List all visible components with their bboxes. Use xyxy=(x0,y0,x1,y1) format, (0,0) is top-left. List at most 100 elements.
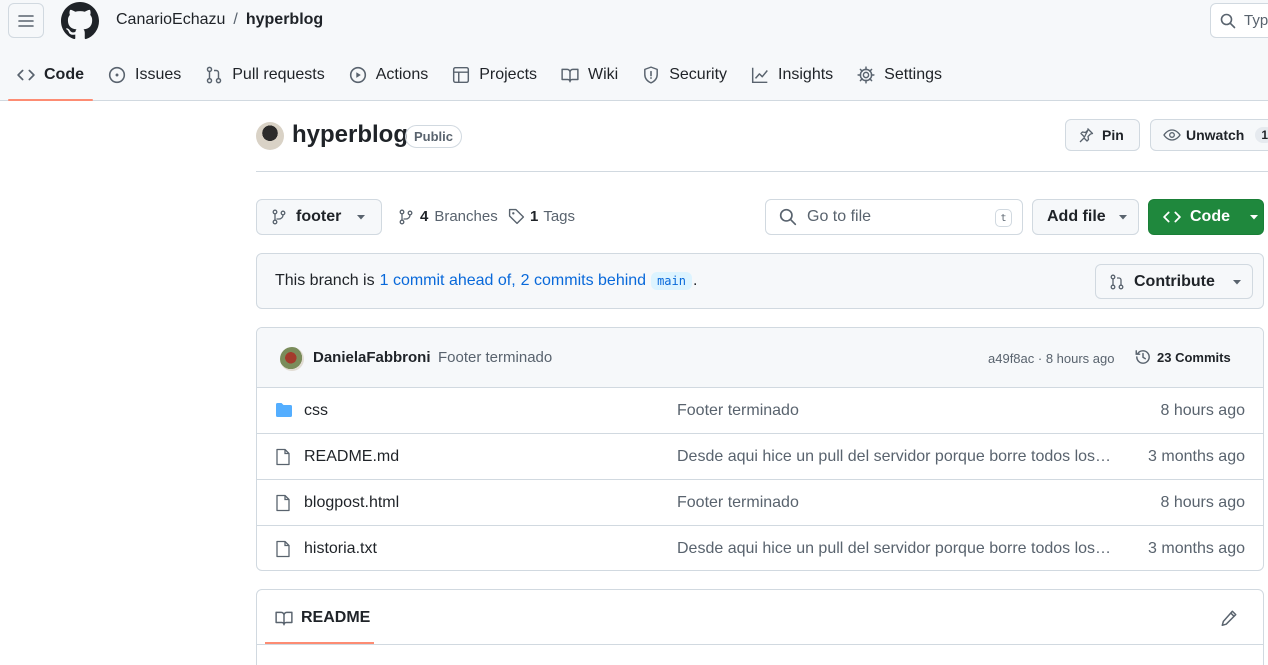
tab-code[interactable]: Code xyxy=(8,51,93,101)
tab-issues[interactable]: Issues xyxy=(99,51,190,99)
search-icon xyxy=(779,208,797,226)
tab-wiki[interactable]: Wiki xyxy=(552,51,627,99)
commits-history-link[interactable]: 23 Commits xyxy=(1134,348,1231,366)
base-branch-pill[interactable]: main xyxy=(651,272,692,290)
contribute-label: Contribute xyxy=(1134,272,1215,290)
file-name[interactable]: css xyxy=(304,402,328,420)
file-name[interactable]: historia.txt xyxy=(304,540,377,558)
commits-ahead-link[interactable]: 1 commit ahead of, xyxy=(380,272,516,290)
github-logo-icon[interactable] xyxy=(61,2,99,40)
file-name[interactable]: README.md xyxy=(304,448,399,466)
pencil-icon[interactable] xyxy=(1220,609,1238,627)
app-header: CanarioEchazu / hyperblog Type Code Issu… xyxy=(0,0,1268,101)
table-icon xyxy=(453,66,470,84)
tag-icon xyxy=(508,208,525,225)
add-file-label: Add file xyxy=(1047,208,1106,225)
unwatch-label: Unwatch xyxy=(1186,127,1245,143)
file-commit-message[interactable]: Desde aqui hice un pull del servidor por… xyxy=(677,448,1113,466)
branches-link[interactable]: 4 Branches xyxy=(398,208,498,225)
eye-icon xyxy=(1163,129,1181,141)
file-row[interactable]: historia.txt Desde aqui hice un pull del… xyxy=(257,526,1263,570)
pin-icon xyxy=(1079,128,1094,143)
readme-divider xyxy=(257,644,1263,645)
tab-settings[interactable]: Settings xyxy=(848,51,951,99)
file-row[interactable]: blogpost.html Footer terminado 8 hours a… xyxy=(257,480,1263,526)
branch-compare-banner: This branch is 1 commit ahead of, 2 comm… xyxy=(256,253,1264,309)
breadcrumb-owner[interactable]: CanarioEchazu xyxy=(116,11,225,29)
tab-pull-requests[interactable]: Pull requests xyxy=(196,51,334,99)
branch-compare-prefix: This branch is xyxy=(275,272,375,289)
branches-count: 4 xyxy=(420,208,429,225)
go-to-file-placeholder: Go to file xyxy=(807,208,872,225)
tab-pull-requests-label: Pull requests xyxy=(232,66,325,83)
tab-projects-label: Projects xyxy=(479,66,538,83)
branches-label: Branches xyxy=(434,208,498,225)
branch-compare-suffix: . xyxy=(692,272,698,289)
branch-icon xyxy=(272,209,286,225)
triangle-down-icon xyxy=(1232,279,1241,284)
gear-icon xyxy=(857,66,875,84)
global-search[interactable]: Type xyxy=(1210,3,1268,38)
branch-compare-text: This branch is 1 commit ahead of, 2 comm… xyxy=(275,272,697,290)
pin-label: Pin xyxy=(1102,127,1124,143)
owner-avatar[interactable] xyxy=(256,122,284,150)
file-row[interactable]: css Footer terminado 8 hours ago xyxy=(257,388,1263,434)
tags-label: Tags xyxy=(543,208,576,225)
readme-panel: README xyxy=(256,589,1264,665)
file-row[interactable]: README.md Desde aqui hice un pull del se… xyxy=(257,434,1263,480)
tab-security[interactable]: Security xyxy=(633,51,736,99)
breadcrumb-repo[interactable]: hyperblog xyxy=(246,11,323,29)
shield-icon xyxy=(644,66,659,84)
issue-icon xyxy=(108,66,126,84)
watch-counter: 1 xyxy=(1255,127,1268,143)
tab-projects[interactable]: Projects xyxy=(443,51,546,99)
folder-icon xyxy=(276,403,292,417)
commits-behind-link[interactable]: 2 commits behind xyxy=(521,272,646,290)
tab-actions[interactable]: Actions xyxy=(340,51,437,99)
visibility-badge: Public xyxy=(405,125,463,148)
file-icon xyxy=(276,448,290,466)
file-date: 3 months ago xyxy=(1148,540,1245,557)
pull-request-icon xyxy=(1110,274,1124,289)
tab-insights[interactable]: Insights xyxy=(742,51,842,99)
triangle-down-icon xyxy=(1118,215,1127,220)
file-commit-message[interactable]: Footer terminado xyxy=(677,402,1113,420)
menu-button[interactable] xyxy=(8,3,44,38)
latest-commit-header: DanielaFabbroni Footer terminado a49f8ac… xyxy=(257,328,1263,388)
tab-wiki-label: Wiki xyxy=(588,66,619,83)
pin-button[interactable]: Pin xyxy=(1065,119,1140,151)
tab-settings-label: Settings xyxy=(884,66,942,83)
code-button[interactable]: Code xyxy=(1148,199,1264,235)
file-name[interactable]: blogpost.html xyxy=(304,494,399,512)
file-date: 8 hours ago xyxy=(1160,402,1245,419)
commit-message[interactable]: Footer terminado xyxy=(438,349,552,366)
add-file-button[interactable]: Add file xyxy=(1032,199,1139,235)
tags-link[interactable]: 1 Tags xyxy=(508,208,575,225)
branch-name: footer xyxy=(296,208,342,225)
tab-actions-label: Actions xyxy=(375,66,429,83)
unwatch-button[interactable]: Unwatch 1 xyxy=(1150,119,1268,151)
branch-selector[interactable]: footer xyxy=(256,199,382,235)
code-icon xyxy=(17,69,35,81)
repo-title[interactable]: hyperblog xyxy=(292,121,408,149)
tab-issues-label: Issues xyxy=(135,66,182,83)
search-icon xyxy=(1220,13,1236,28)
commit-meta[interactable]: a49f8ac · 8 hours ago xyxy=(988,351,1114,366)
branch-icon xyxy=(399,209,413,224)
commit-author[interactable]: DanielaFabbroni xyxy=(313,349,431,366)
pull-request-icon xyxy=(206,66,222,84)
file-browser: DanielaFabbroni Footer terminado a49f8ac… xyxy=(256,327,1264,571)
file-commit-message[interactable]: Footer terminado xyxy=(677,494,1113,512)
commit-author-avatar[interactable] xyxy=(280,347,304,371)
breadcrumb: CanarioEchazu / hyperblog xyxy=(116,11,323,29)
file-commit-message[interactable]: Desde aqui hice un pull del servidor por… xyxy=(677,540,1113,558)
readme-tab[interactable]: README xyxy=(275,609,370,627)
tab-insights-label: Insights xyxy=(778,66,834,83)
go-to-file-input[interactable]: Go to file t xyxy=(765,199,1023,235)
history-icon xyxy=(1135,350,1150,364)
contribute-button[interactable]: Contribute xyxy=(1095,264,1253,299)
commits-count-label: 23 Commits xyxy=(1157,349,1231,365)
search-placeholder: Type xyxy=(1244,12,1268,29)
graph-icon xyxy=(751,67,768,84)
file-icon xyxy=(276,540,290,558)
